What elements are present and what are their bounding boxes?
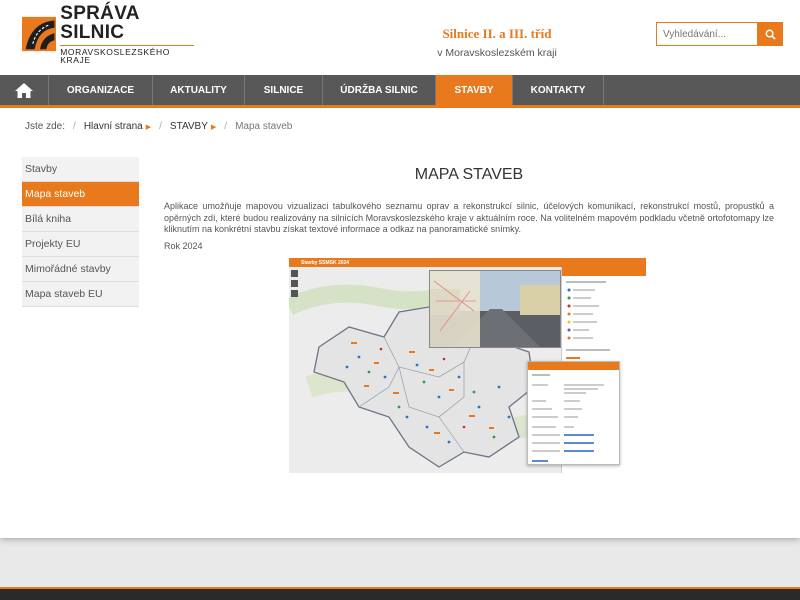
map-feature-popup[interactable]: [527, 361, 620, 465]
breadcrumb-separator: /: [159, 121, 162, 132]
search-input[interactable]: [656, 22, 757, 46]
popup-content: [532, 374, 604, 462]
nav-organizace[interactable]: ORGANIZACE: [49, 75, 153, 105]
tagline: Silnice II. a III. tříd v Moravskoslezsk…: [412, 26, 582, 59]
sidebar: Stavby Mapa staveb Bílá kniha Projekty E…: [22, 157, 139, 307]
nav-home[interactable]: [0, 75, 49, 105]
sidebar-item-mapa-staveb-eu[interactable]: Mapa staveb EU: [22, 282, 139, 307]
home-icon: [15, 82, 33, 98]
panorama-image: [430, 271, 560, 347]
breadcrumb-arrow-icon: ▶: [145, 123, 152, 131]
page: SPRÁVA SILNIC MORAVSKOSLEZSKÉHO KRAJE Si…: [0, 0, 800, 538]
breadcrumb-arrow-icon: ▶: [210, 123, 217, 131]
map-app-screenshot[interactable]: Stavby SSMSK 2024: [289, 258, 646, 473]
nav-aktuality[interactable]: AKTUALITY: [153, 75, 245, 105]
page-title: MAPA STAVEB: [414, 166, 524, 183]
sidebar-item-projekty-eu[interactable]: Projekty EU: [22, 232, 139, 257]
logo[interactable]: SPRÁVA SILNIC MORAVSKOSLEZSKÉHO KRAJE: [22, 4, 194, 64]
logo-subtitle: MORAVSKOSLEZSKÉHO KRAJE: [60, 44, 194, 65]
logo-road-icon: [22, 16, 57, 52]
search-icon: [765, 29, 776, 40]
sidebar-item-mapa-staveb[interactable]: Mapa staveb: [22, 182, 139, 207]
breadcrumb-current: Mapa staveb: [235, 121, 293, 132]
sidebar-item-stavby[interactable]: Stavby: [22, 157, 139, 182]
tagline-sub: v Moravskoslezském kraji: [437, 47, 557, 59]
content-year: Rok 2024: [164, 241, 203, 251]
popup-header: [528, 362, 619, 370]
legend-header: [562, 267, 646, 276]
map-app-title: Stavby SSMSK 2024: [301, 259, 350, 266]
breadcrumb-home-link[interactable]: Hlavní strana: [84, 121, 143, 132]
breadcrumb-separator: /: [73, 121, 76, 132]
footer-strip: [0, 587, 800, 600]
nav-kontakty[interactable]: KONTAKTY: [513, 75, 604, 105]
tagline-main: Silnice II. a III. tříd: [442, 26, 552, 41]
breadcrumb-separator: /: [224, 121, 228, 132]
search-box: [656, 22, 783, 46]
breadcrumb-prefix: Jste zde:: [25, 121, 66, 132]
logo-title: SPRÁVA SILNIC: [60, 2, 140, 43]
map-app-topbar: Stavby SSMSK 2024: [289, 258, 646, 267]
sidebar-item-mimoradne-stavby[interactable]: Mimořádné stavby: [22, 257, 139, 282]
search-button[interactable]: [757, 22, 783, 46]
map-home-button[interactable]: [291, 290, 298, 297]
nav-udrzba-silnic[interactable]: ÚDRŽBA SILNIC: [323, 75, 436, 105]
content-paragraph: Aplikace umožňuje mapovou vizualizaci ta…: [164, 201, 774, 234]
map-zoom-in-button[interactable]: [291, 270, 298, 277]
breadcrumb: Jste zde: / Hlavní strana ▶ / STAVBY ▶ /…: [25, 121, 292, 132]
main-nav: ORGANIZACE AKTUALITY SILNICE ÚDRŽBA SILN…: [0, 75, 800, 108]
panorama-photo[interactable]: [429, 270, 561, 348]
nav-silnice[interactable]: SILNICE: [245, 75, 323, 105]
map-zoom-out-button[interactable]: [291, 280, 298, 287]
breadcrumb-stavby-link[interactable]: STAVBY: [170, 121, 208, 132]
sidebar-item-bila-kniha[interactable]: Bílá kniha: [22, 207, 139, 232]
nav-stavby[interactable]: STAVBY: [436, 75, 513, 105]
